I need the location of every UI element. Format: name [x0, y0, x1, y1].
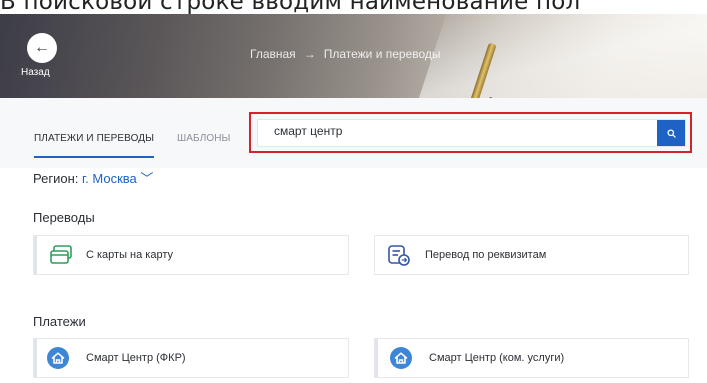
- transfers-title: Переводы: [33, 210, 95, 225]
- breadcrumb: Главная → Платежи и переводы: [250, 47, 441, 61]
- smart-center-utilities-label: Смарт Центр (ком. услуги): [429, 352, 565, 364]
- region-value[interactable]: г. Москва: [82, 171, 137, 186]
- card-accent-bar: [34, 339, 37, 377]
- back-button[interactable]: ←: [27, 33, 57, 63]
- card-accent-bar: [34, 236, 37, 274]
- house-icon: [387, 344, 415, 372]
- house-icon: [44, 344, 72, 372]
- card-accent-bar: [375, 339, 378, 377]
- active-tab-indicator: [34, 156, 154, 158]
- search-icon: [666, 128, 676, 138]
- requisites-transfer-item[interactable]: Перевод по реквизитам: [374, 235, 689, 275]
- payments-title: Платежи: [33, 314, 86, 329]
- chevron-down-icon: ﹀: [140, 171, 154, 186]
- card-transfer-icon: [48, 241, 76, 269]
- region-label: Регион:: [33, 171, 79, 186]
- breadcrumb-home[interactable]: Главная: [250, 47, 296, 61]
- smart-center-fkr-label: Смарт Центр (ФКР): [86, 352, 186, 364]
- tab-templates[interactable]: ШАБЛОНЫ: [177, 133, 231, 144]
- card-to-card-label: С карты на карту: [86, 249, 174, 261]
- smart-center-fkr-item[interactable]: Смарт Центр (ФКР): [33, 338, 349, 378]
- region-selector[interactable]: Регион: г. Москва ﹀: [33, 168, 153, 187]
- requisites-transfer-icon: [385, 241, 413, 269]
- search-field[interactable]: смарт центр: [257, 119, 686, 147]
- arrow-left-icon: ←: [34, 39, 50, 56]
- search-input[interactable]: смарт центр: [274, 124, 342, 138]
- search-button[interactable]: [657, 120, 685, 146]
- requisites-transfer-label: Перевод по реквизитам: [425, 249, 547, 261]
- breadcrumb-current: Платежи и переводы: [323, 47, 441, 61]
- back-label: Назад: [21, 67, 50, 78]
- breadcrumb-arrow-icon: →: [303, 47, 316, 61]
- card-to-card-item[interactable]: С карты на карту: [33, 235, 349, 275]
- tab-payments-transfers[interactable]: ПЛАТЕЖИ И ПЕРЕВОДЫ: [34, 133, 154, 144]
- smart-center-utilities-item[interactable]: Смарт Центр (ком. услуги): [374, 338, 689, 378]
- banner-paper-decor: [410, 14, 707, 98]
